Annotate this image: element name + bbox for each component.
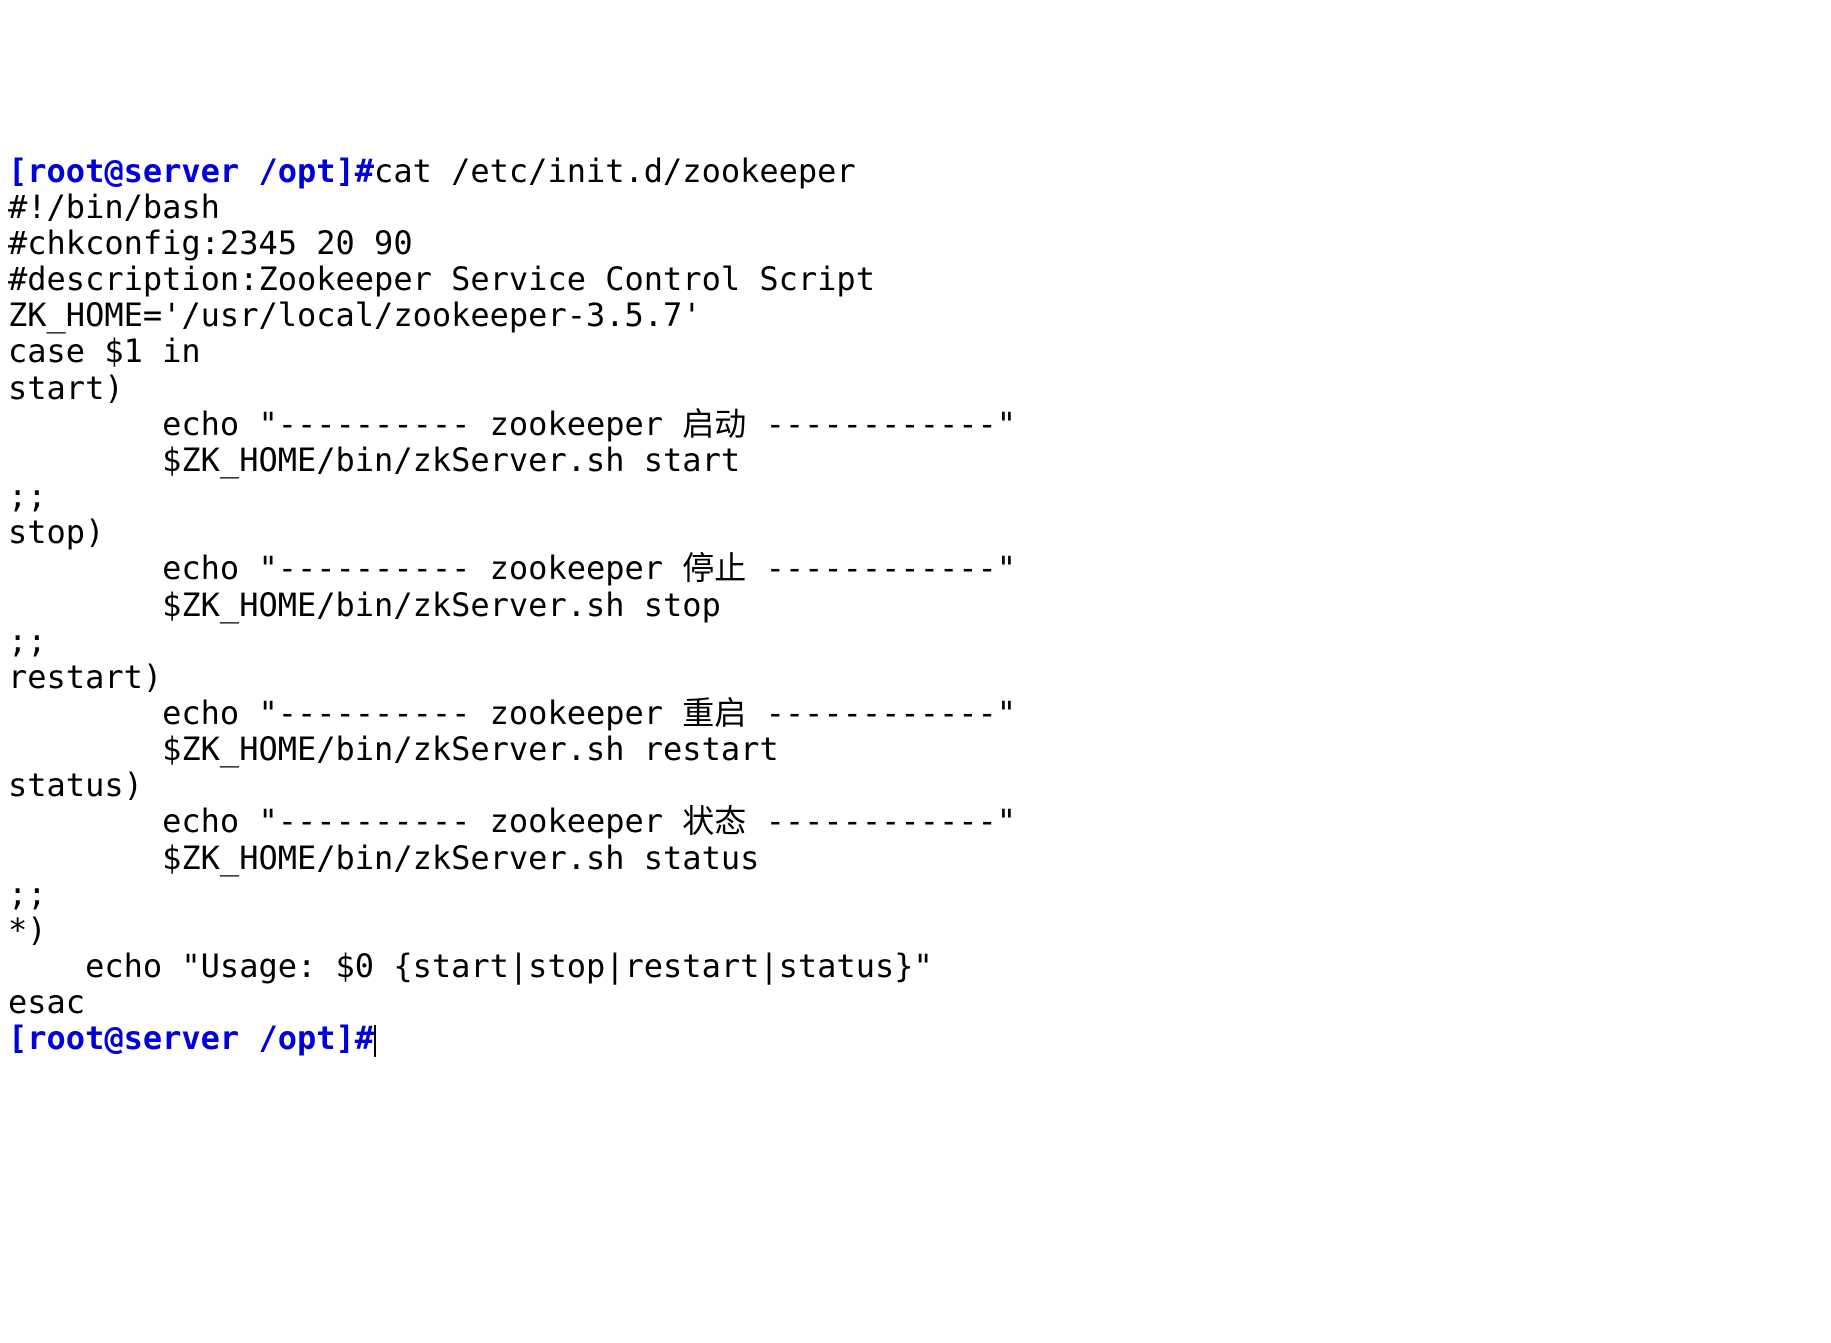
shell-prompt[interactable]: [root@server /opt]# [8, 1019, 374, 1057]
output-line: start) [8, 369, 124, 407]
output-line: echo "---------- zookeeper 重启 ----------… [8, 694, 1016, 732]
output-line: case $1 in [8, 332, 201, 370]
output-line: $ZK_HOME/bin/zkServer.sh start [8, 441, 740, 479]
output-line: $ZK_HOME/bin/zkServer.sh status [8, 839, 759, 877]
output-line: echo "---------- zookeeper 启动 ----------… [8, 405, 1016, 443]
output-line: echo "Usage: $0 {start|stop|restart|stat… [8, 947, 933, 985]
output-line: ;; [8, 622, 47, 660]
output-line: ;; [8, 875, 47, 913]
output-line: ZK_HOME='/usr/local/zookeeper-3.5.7' [8, 296, 702, 334]
output-line: $ZK_HOME/bin/zkServer.sh stop [8, 586, 721, 624]
output-line: echo "---------- zookeeper 状态 ----------… [8, 802, 1016, 840]
output-line: #chkconfig:2345 20 90 [8, 224, 413, 262]
output-line: ;; [8, 477, 47, 515]
output-line: $ZK_HOME/bin/zkServer.sh restart [8, 730, 779, 768]
output-line: esac [8, 983, 85, 1021]
shell-prompt: [root@server /opt]# [8, 152, 374, 190]
output-line: #!/bin/bash [8, 188, 220, 226]
output-line: status) [8, 766, 143, 804]
output-line: restart) [8, 658, 162, 696]
cursor-icon [374, 1025, 376, 1057]
shell-command: cat /etc/init.d/zookeeper [374, 152, 856, 190]
output-line: echo "---------- zookeeper 停止 ----------… [8, 549, 1016, 587]
output-line: #description:Zookeeper Service Control S… [8, 260, 875, 298]
output-line: stop) [8, 513, 104, 551]
output-line: *) [8, 911, 47, 949]
